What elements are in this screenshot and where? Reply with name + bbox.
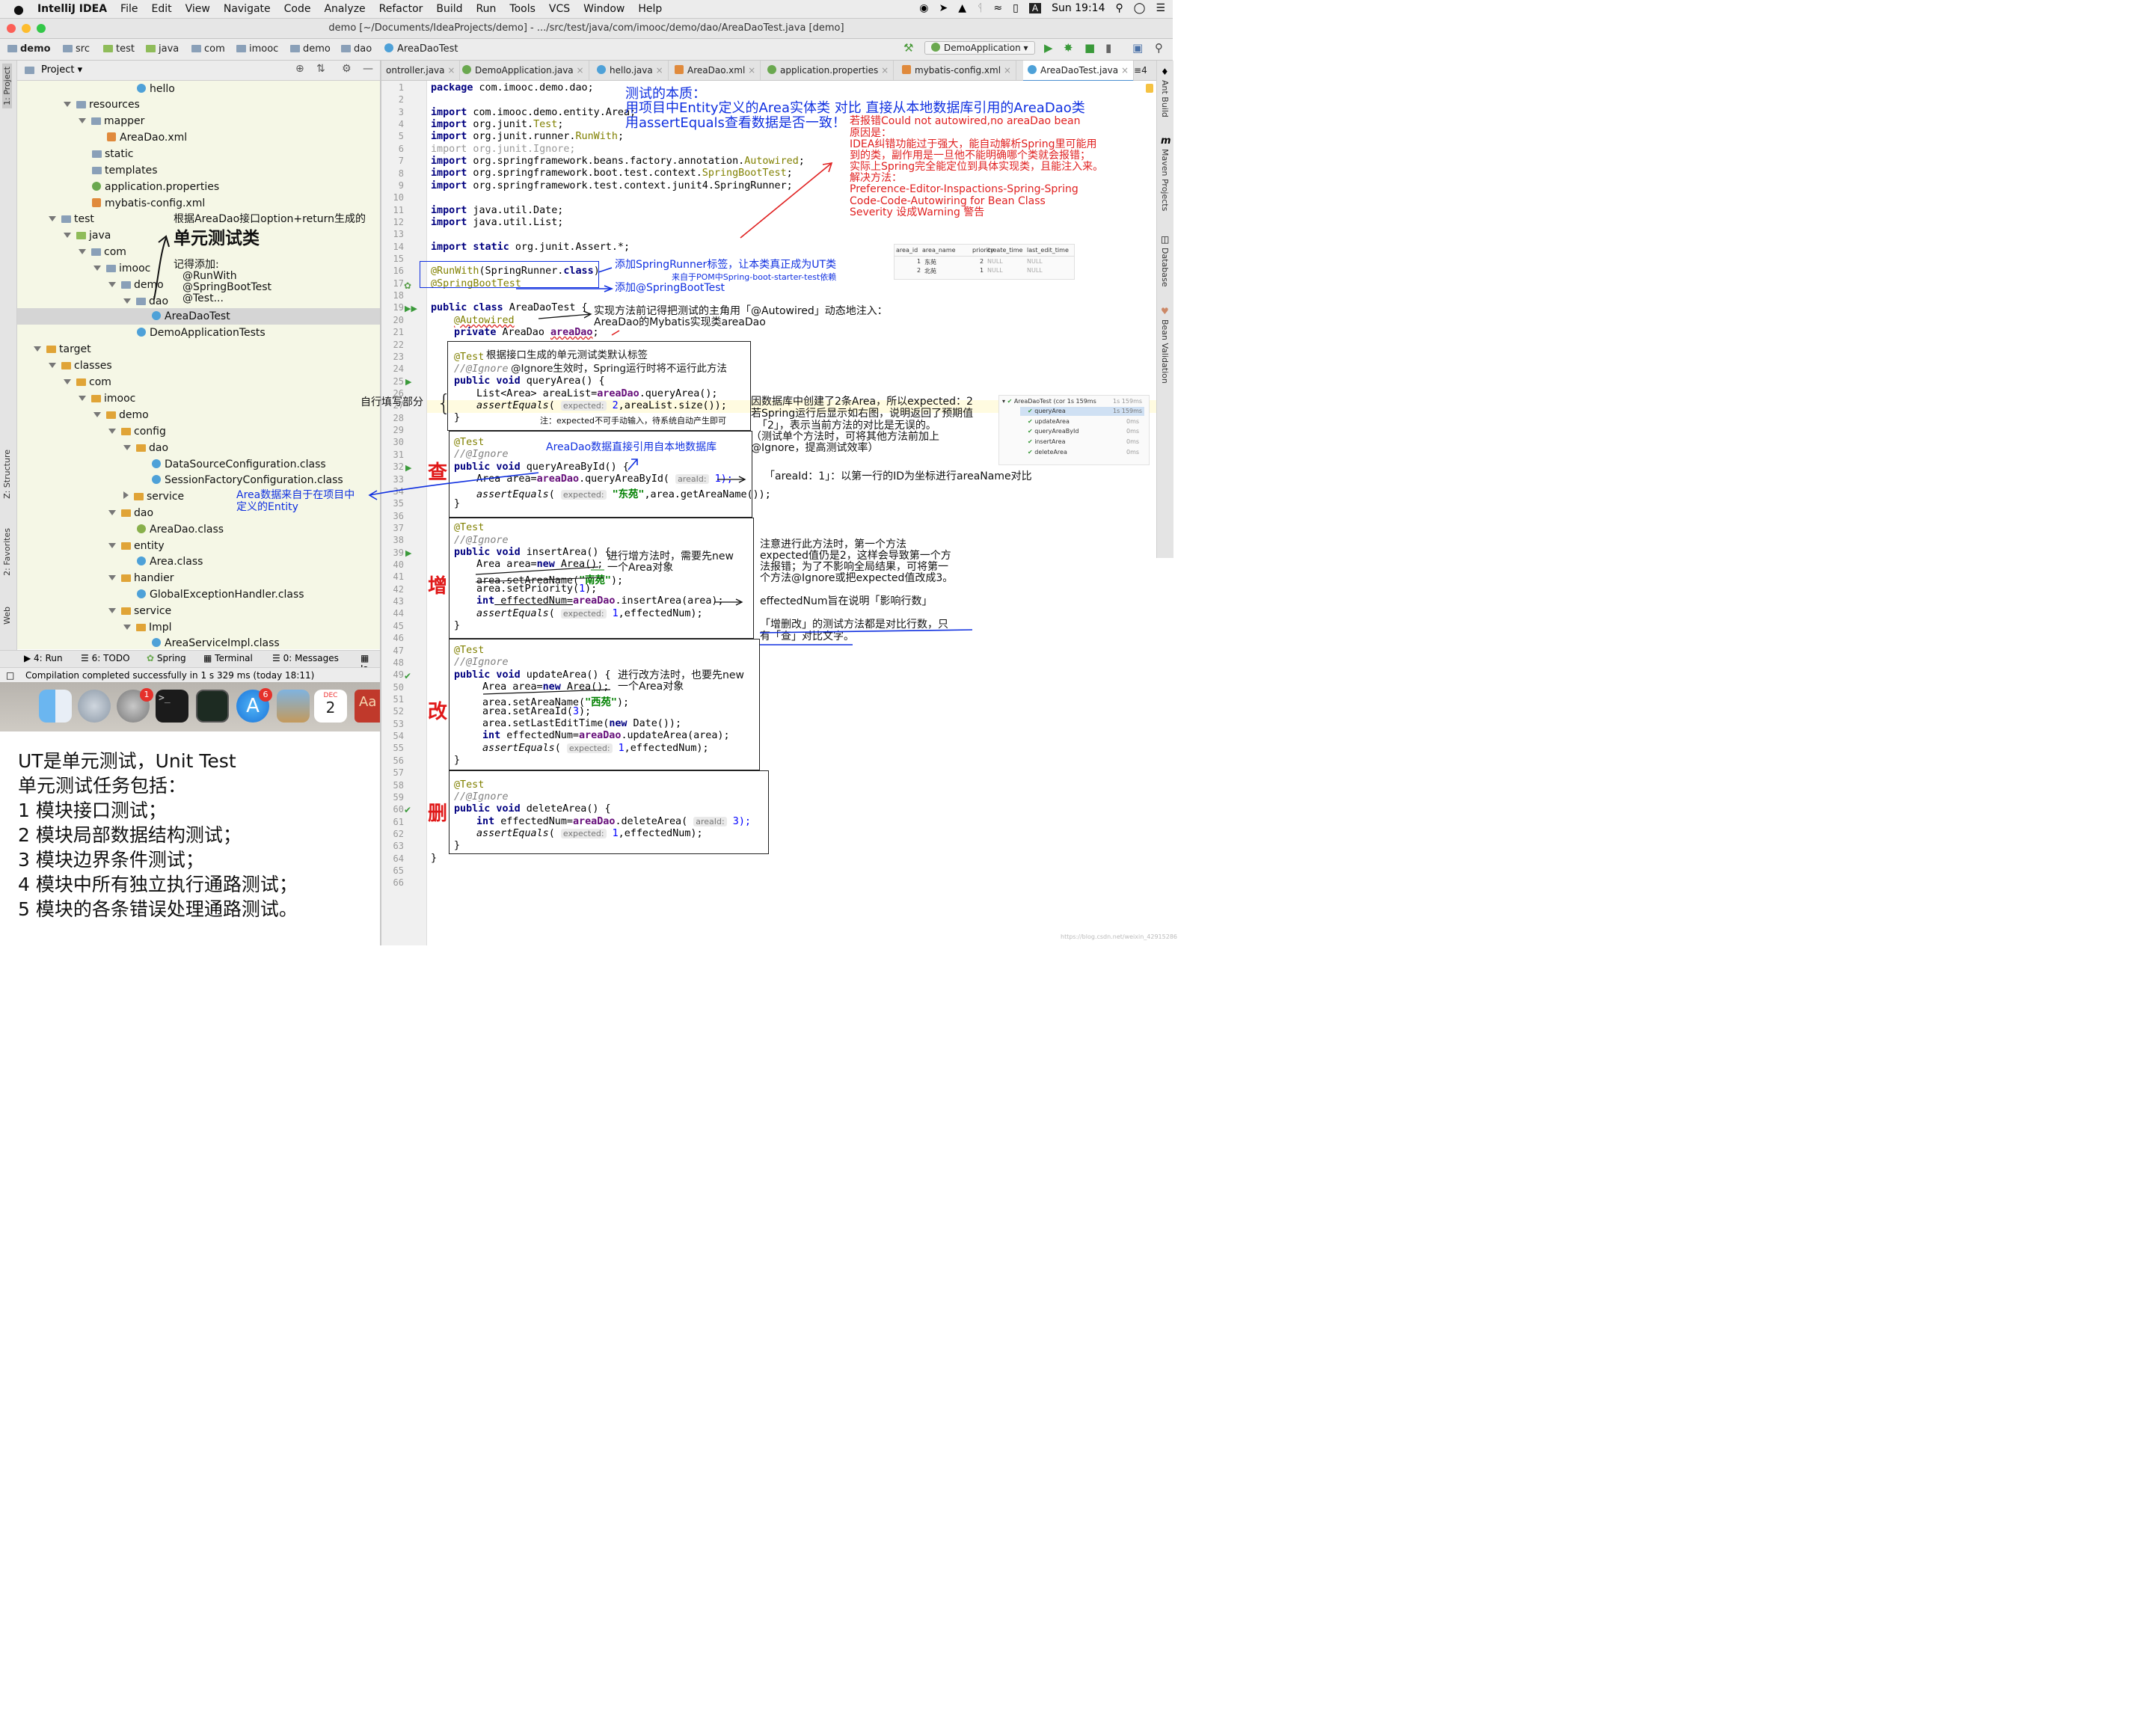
- arrow-to-test-class: [153, 237, 167, 300]
- red-tick: [611, 330, 620, 336]
- arrow-to-entity-note: [369, 472, 539, 496]
- underline-compare-note: [759, 629, 973, 634]
- annotation-strokes: [153, 162, 973, 695]
- underline-new-area: [475, 566, 599, 575]
- arrow-to-runner-note: [598, 267, 613, 273]
- underline-set-name: [475, 577, 605, 583]
- underline-new-area: [482, 689, 611, 695]
- arrow-head: [368, 490, 378, 500]
- arrow-to-direct-db-note: [628, 458, 638, 470]
- arrow-to-impl-note: [538, 313, 592, 319]
- arrow-to-error-note: [740, 162, 832, 239]
